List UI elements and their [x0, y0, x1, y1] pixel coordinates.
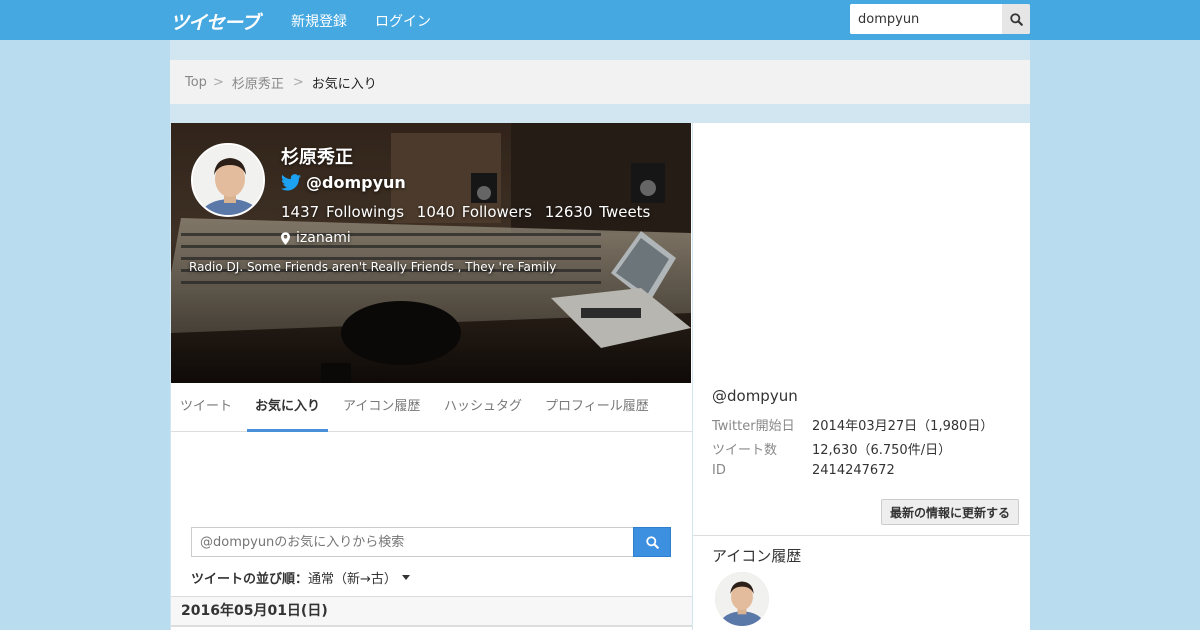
breadcrumb-top[interactable]: Top — [185, 75, 207, 90]
search-icon — [1009, 12, 1023, 26]
breadcrumb-separator: > — [212, 74, 224, 90]
sort-label: ツイートの並び順： — [191, 572, 309, 587]
profile-name: 杉原秀正 — [281, 147, 353, 168]
info-label: Twitter開始日 — [712, 419, 795, 434]
favorites-search — [191, 527, 671, 557]
breadcrumb-current: お気に入り — [311, 76, 377, 92]
icon-history-heading: アイコン履歴 — [712, 547, 802, 565]
tab-hashtags[interactable]: ハッシュタグ — [444, 383, 522, 432]
followings-count: 1437 Followings — [281, 203, 405, 221]
profile-tabs: ツイート お気に入り アイコン履歴 ハッシュタグ プロフィール履歴 — [171, 383, 692, 432]
favorites-search-button[interactable] — [633, 527, 671, 557]
map-pin-icon — [281, 231, 290, 245]
favorites-search-input[interactable] — [191, 527, 634, 557]
profile-location: izanami — [281, 230, 351, 246]
refresh-info-button[interactable]: 最新の情報に更新する — [881, 499, 1019, 525]
date-group-header: 2016年05月01日(日) — [171, 596, 692, 627]
profile-handle: @dompyun — [306, 173, 406, 192]
caret-down-icon — [401, 575, 410, 580]
profile-bio: Radio DJ. Some Friends aren't Really Fri… — [189, 260, 557, 274]
breadcrumb-separator: > — [292, 74, 304, 90]
profile-avatar[interactable] — [191, 143, 265, 217]
profile-stats: 1437 Followings 1040 Followers 12630 Twe… — [281, 203, 656, 221]
info-value: 2414247672 — [812, 463, 895, 478]
breadcrumb: Top > 杉原秀正 > お気に入り — [170, 60, 1030, 104]
twitter-bird-icon — [281, 174, 301, 191]
profile-header: 杉原秀正 @dompyun 1437 Followings 1040 Follo… — [171, 123, 691, 383]
header-search-button[interactable] — [1002, 4, 1030, 34]
location-text: izanami — [296, 230, 351, 246]
profile-handle-row[interactable]: @dompyun — [281, 173, 406, 192]
signup-link[interactable]: 新規登録 — [291, 11, 347, 31]
breadcrumb-user[interactable]: 杉原秀正 — [232, 73, 284, 92]
info-label: ID — [712, 463, 726, 478]
sidebar-handle: @dompyun — [712, 387, 798, 405]
tab-favorites[interactable]: お気に入り — [247, 383, 329, 432]
info-value: 2014年03月27日（1,980日） — [812, 419, 994, 434]
profile-main: 杉原秀正 @dompyun 1437 Followings 1040 Follo… — [171, 123, 692, 630]
sort-order: ツイートの並び順： 通常（新→古） — [191, 568, 410, 587]
top-nav-bar: ツイセーブ 新規登録 ログイン — [0, 0, 1200, 40]
divider — [693, 535, 1030, 536]
info-value: 12,630（6.750件/日） — [812, 443, 952, 458]
tab-tweets[interactable]: ツイート — [180, 383, 232, 432]
avatar-photo — [715, 572, 769, 626]
followers-count: 1040 Followers — [416, 203, 532, 221]
search-icon — [645, 535, 659, 549]
site-logo[interactable]: ツイセーブ — [170, 8, 260, 35]
tab-profile-history[interactable]: プロフィール履歴 — [545, 383, 649, 432]
profile-sidebar: @dompyun Twitter開始日 2014年03月27日（1,980日） … — [693, 123, 1030, 630]
sort-dropdown[interactable]: 通常（新→古） — [308, 568, 410, 587]
main-container: Top > 杉原秀正 > お気に入り 杉原秀正 @dompyun 1437 Fo… — [170, 40, 1030, 630]
tab-icon-history[interactable]: アイコン履歴 — [343, 383, 420, 432]
header-search — [850, 4, 1030, 34]
tweets-count: 12630 Tweets — [544, 203, 651, 221]
login-link[interactable]: ログイン — [375, 11, 431, 31]
info-label: ツイート数 — [712, 443, 778, 458]
header-search-input[interactable] — [850, 4, 1002, 34]
sort-value: 通常（新→古） — [308, 572, 397, 587]
icon-history-avatar[interactable] — [715, 572, 769, 626]
